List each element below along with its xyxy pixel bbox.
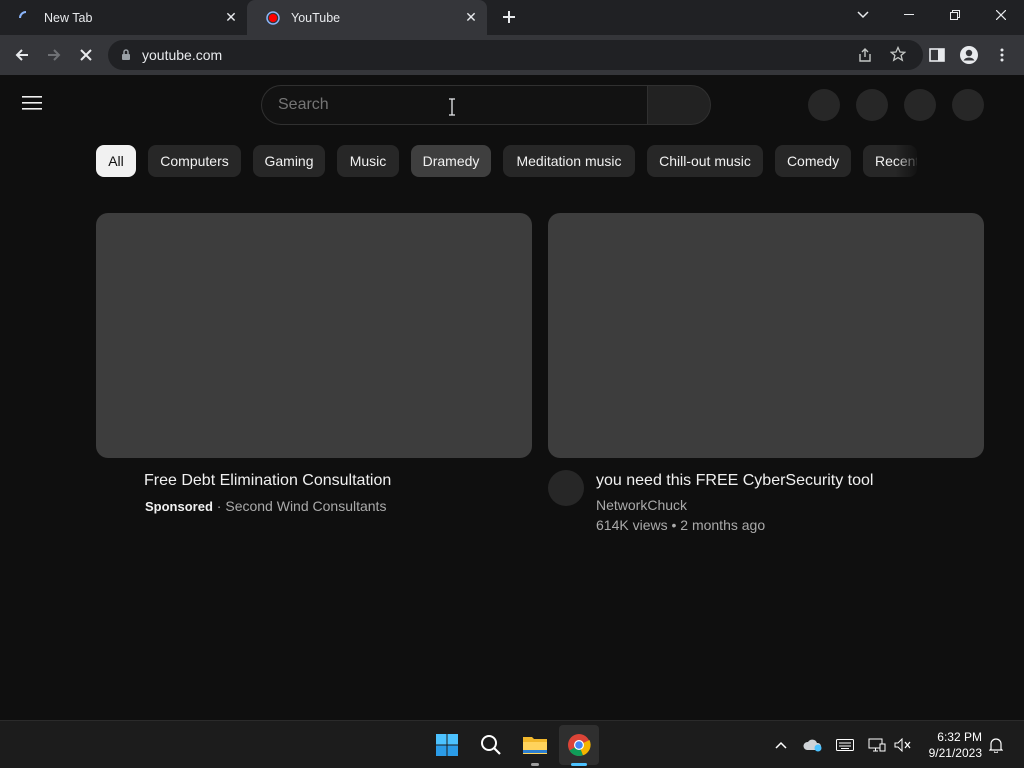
close-window-button[interactable] bbox=[978, 0, 1024, 30]
arrow-right-icon bbox=[48, 49, 61, 61]
video-thumbnail[interactable] bbox=[96, 213, 532, 458]
chip-meditation-music[interactable]: Meditation music bbox=[503, 145, 635, 177]
forward-button[interactable] bbox=[40, 41, 68, 69]
chip-dramedy[interactable]: Dramedy bbox=[411, 145, 491, 177]
network-icon[interactable] bbox=[867, 735, 887, 755]
file-explorer-button[interactable] bbox=[517, 727, 553, 763]
close-icon bbox=[996, 10, 1006, 20]
chip-gaming[interactable]: Gaming bbox=[253, 145, 325, 177]
running-indicator bbox=[531, 763, 539, 766]
close-tab-icon[interactable]: ✕ bbox=[223, 9, 239, 25]
search-button[interactable] bbox=[647, 85, 711, 125]
stop-loading-button[interactable] bbox=[72, 41, 100, 69]
share-icon[interactable] bbox=[857, 47, 873, 68]
chip-computers[interactable]: Computers bbox=[148, 145, 241, 177]
system-clock[interactable]: 6:32 PM 9/21/2023 bbox=[918, 729, 982, 761]
minimize-icon bbox=[904, 14, 914, 15]
youtube-favicon-icon bbox=[265, 10, 281, 26]
chrome-taskbar-button[interactable] bbox=[559, 725, 599, 765]
tab-title: YouTube bbox=[291, 10, 341, 25]
hamburger-icon bbox=[22, 96, 42, 110]
bookmark-star-icon[interactable] bbox=[889, 45, 907, 67]
start-button[interactable] bbox=[429, 727, 465, 763]
chip-music[interactable]: Music bbox=[337, 145, 399, 177]
minimize-button[interactable] bbox=[886, 0, 932, 30]
back-button[interactable] bbox=[8, 41, 36, 69]
placeholder-button[interactable] bbox=[856, 89, 888, 121]
close-icon bbox=[80, 49, 92, 61]
windows-taskbar: 6:32 PM 9/21/2023 bbox=[0, 720, 1024, 768]
channel-name[interactable]: NetworkChuck bbox=[596, 497, 687, 513]
chevron-down-icon bbox=[857, 11, 869, 19]
youtube-page: All Computers Gaming Music Dramedy Medit… bbox=[0, 75, 1024, 720]
chrome-icon bbox=[568, 734, 591, 757]
show-hidden-icons-button[interactable] bbox=[771, 735, 791, 755]
plus-icon bbox=[503, 11, 515, 23]
placeholder-button[interactable] bbox=[904, 89, 936, 121]
browser-menu-button[interactable] bbox=[988, 41, 1016, 69]
profile-icon bbox=[960, 46, 978, 64]
hamburger-menu-button[interactable] bbox=[22, 95, 50, 119]
restore-button[interactable] bbox=[932, 0, 978, 30]
meta-separator: · bbox=[216, 498, 222, 514]
address-bar[interactable]: youtube.com bbox=[108, 40, 923, 70]
folder-icon bbox=[523, 737, 547, 754]
video-title[interactable]: Free Debt Elimination Consultation bbox=[144, 472, 391, 490]
chip-chill-out-music[interactable]: Chill-out music bbox=[647, 145, 763, 177]
keyboard-icon[interactable] bbox=[835, 735, 855, 755]
loading-spinner-icon bbox=[18, 10, 34, 26]
clock-date: 9/21/2023 bbox=[928, 746, 982, 760]
video-meta: Sponsored · Second Wind Consultants bbox=[145, 498, 386, 514]
taskbar-search-button[interactable] bbox=[473, 727, 509, 763]
video-stats: 614K views • 2 months ago bbox=[596, 517, 766, 533]
onedrive-icon[interactable] bbox=[803, 735, 823, 755]
text-cursor-icon bbox=[448, 98, 456, 121]
restore-icon bbox=[950, 10, 960, 20]
channel-avatar[interactable] bbox=[548, 470, 584, 506]
url-text: youtube.com bbox=[142, 47, 223, 63]
profile-button[interactable] bbox=[955, 41, 983, 69]
clock-time: 6:32 PM bbox=[937, 730, 982, 744]
tab-title: New Tab bbox=[44, 10, 93, 25]
lock-icon bbox=[121, 48, 131, 66]
active-indicator bbox=[571, 763, 587, 766]
windows-logo-icon bbox=[436, 734, 458, 756]
more-vertical-icon bbox=[1000, 48, 1004, 62]
side-panel-icon bbox=[929, 48, 945, 62]
browser-toolbar: youtube.com bbox=[0, 35, 1024, 75]
sponsored-badge: Sponsored bbox=[145, 499, 213, 514]
chip-comedy[interactable]: Comedy bbox=[775, 145, 851, 177]
chevron-up-icon bbox=[775, 741, 787, 749]
search-icon bbox=[481, 735, 501, 755]
close-tab-icon[interactable]: ✕ bbox=[463, 9, 479, 25]
tab-new-tab[interactable]: New Tab ✕ bbox=[0, 0, 247, 35]
tab-search-button[interactable] bbox=[840, 0, 886, 30]
channel-name[interactable]: Second Wind Consultants bbox=[225, 498, 386, 514]
avatar-placeholder[interactable] bbox=[952, 89, 984, 121]
browser-tab-strip: New Tab ✕ YouTube ✕ bbox=[0, 0, 1024, 35]
video-thumbnail[interactable] bbox=[548, 213, 984, 458]
video-title[interactable]: you need this FREE CyberSecurity tool bbox=[596, 472, 873, 490]
new-tab-button[interactable] bbox=[495, 3, 523, 31]
chips-fade-overlay bbox=[895, 145, 921, 177]
volume-muted-icon[interactable] bbox=[893, 735, 913, 755]
chip-all[interactable]: All bbox=[96, 145, 136, 177]
placeholder-button[interactable] bbox=[808, 89, 840, 121]
notification-bell-icon[interactable] bbox=[986, 735, 1006, 755]
tab-youtube[interactable]: YouTube ✕ bbox=[247, 0, 487, 35]
arrow-left-icon bbox=[15, 49, 28, 61]
side-panel-button[interactable] bbox=[923, 41, 951, 69]
